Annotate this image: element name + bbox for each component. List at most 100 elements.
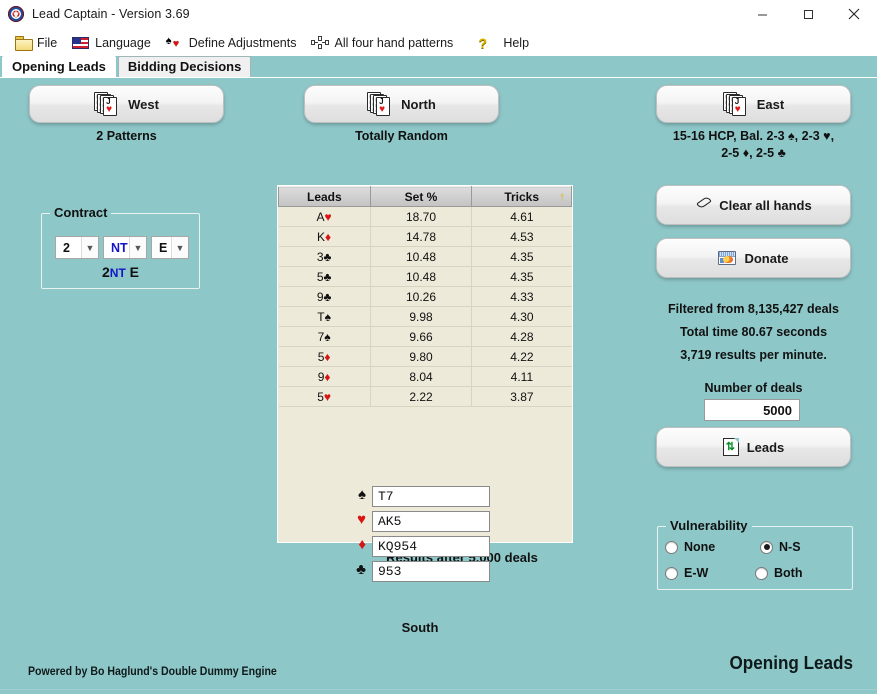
results-table-body: A♥ 18.70 4.61 K♦ 14.78 4.53 3♣ 10.48 4.35 5♣ 10.48… [278,206,572,407]
tab-opening-leads[interactable]: Opening Leads [2,56,116,78]
table-row[interactable]: 7♠ 9.66 4.28 [278,326,572,347]
south-hand-input[interactable]: 953 [372,561,490,582]
contract-denomination-select[interactable]: NT ▼ [103,236,147,259]
chevron-down-icon: ▼ [171,237,188,258]
table-row[interactable]: A♥ 18.70 4.61 [278,206,572,227]
radio-dot-icon [665,540,678,554]
number-of-deals-input[interactable]: 5000 [704,399,800,421]
us-flag-icon [72,35,90,50]
stat-total-time: Total time 80.67 seconds [679,325,828,339]
table-row[interactable]: 5♦ 9.80 4.22 [278,346,572,367]
east-button-label: East [756,96,785,112]
contract-summary-declarer: E [129,264,140,280]
cell-tricks: 4.28 [471,326,572,347]
column-header-leads[interactable]: Leads [278,186,371,207]
south-suit-symbol: ♣ [356,561,366,578]
donate-button[interactable]: Donate [656,238,851,278]
vulnerability-radio-none[interactable]: None [665,540,715,554]
tab-bidding-decisions[interactable]: Bidding Decisions [117,56,252,78]
south-hand-input[interactable]: KQ954 [372,536,490,557]
cell-tricks: 4.11 [471,366,572,387]
table-row[interactable]: 5♣ 10.48 4.35 [278,266,572,287]
clear-all-hands-button[interactable]: Clear all hands [656,185,851,225]
cell-set-pct: 9.98 [370,306,473,327]
contract-summary: 2NT E [41,264,200,280]
vulnerability-radio-both[interactable]: Both [755,566,802,580]
status-bar [0,689,877,694]
table-row[interactable]: 9♣ 10.26 4.33 [278,286,572,307]
south-label: South [401,620,439,635]
tab-strip: Opening Leads Bidding Decisions [0,56,877,78]
donate-label: Donate [744,250,789,266]
east-hand-button[interactable]: East [656,85,851,123]
radio-dot-icon [755,566,768,580]
leads-label: Leads [746,439,785,455]
vulnerability-radio-e-w[interactable]: E-W [665,566,708,580]
cell-set-pct: 18.70 [370,206,473,227]
cell-tricks: 4.22 [471,346,572,367]
menu-item-define-adjustments[interactable]: ♠ ♥ Define Adjustments [162,33,308,52]
cell-lead: 3♣ [278,246,371,267]
menu-item-file[interactable]: File [10,33,68,52]
clear-all-hands-label: Clear all hands [719,197,812,213]
table-row[interactable]: T♠ 9.98 4.30 [278,306,572,327]
south-hand-input[interactable]: AK5 [372,511,490,532]
contract-declarer-value: E [159,240,168,255]
cell-tricks: 4.61 [471,206,572,227]
column-header-set-pct[interactable]: Set % [369,186,473,207]
contract-declarer-select[interactable]: E ▼ [151,236,189,259]
cell-set-pct: 9.80 [370,346,473,367]
cell-set-pct: 10.26 [370,286,473,307]
menu-item-all-four-hand-patterns[interactable]: All four hand patterns [307,33,464,52]
table-row[interactable]: 5♥ 2.22 3.87 [278,386,572,407]
maximize-button[interactable] [785,0,831,29]
hierarchy-icon [311,35,330,50]
cell-set-pct: 14.78 [370,226,473,247]
menu-item-help[interactable]: ? Help [464,33,540,52]
minimize-button[interactable] [739,0,785,29]
south-hand-input[interactable]: T7 [372,486,490,507]
menu-label-language: Language [95,35,151,50]
vulnerability-radio-label: Both [774,566,803,580]
vulnerability-group: Vulnerability [657,518,853,590]
east-hand-caption: 15-16 HCP, Bal. 2-3 ♠, 2-3 ♥, 2-5 ♦, 2-5… [636,128,871,162]
chevron-down-icon: ▼ [81,237,98,258]
contract-level-select[interactable]: 2 ▼ [55,236,99,259]
cell-tricks: 4.35 [471,246,572,267]
east-hand-caption-line2: 2-5 ♦, 2-5 ♣ [721,146,786,160]
cell-tricks: 3.87 [471,386,572,407]
table-row[interactable]: 3♣ 10.48 4.35 [278,246,572,267]
north-hand-button[interactable]: North [304,85,499,123]
stat-filtered: Filtered from 8,135,427 deals [668,302,839,316]
table-row[interactable]: 9♦ 8.04 4.11 [278,366,572,387]
west-hand-button[interactable]: West [29,85,224,123]
vulnerability-legend: Vulnerability [666,518,752,533]
cell-lead: 9♦ [278,366,371,387]
vulnerability-radio-n-s[interactable]: N-S [760,540,801,554]
cell-set-pct: 10.48 [370,266,473,287]
column-header-tricks[interactable]: Tricks ↑ [471,186,572,207]
contract-legend: Contract [50,205,112,220]
contract-summary-level: 2 [101,264,110,280]
leads-button[interactable]: ⇅ Leads [656,427,851,467]
cell-tricks: 4.35 [471,266,572,287]
east-hand-caption-line1: 15-16 HCP, Bal. 2-3 ♠, 2-3 ♥, [672,129,835,143]
cell-tricks: 4.33 [471,286,572,307]
south-suit-symbol: ♥ [357,511,366,528]
chevron-down-icon: ▼ [129,237,146,258]
contract-summary-denom: NT [109,266,126,280]
south-suit-symbol: ♦ [358,536,366,553]
sort-ascending-icon: ↑ [559,191,566,203]
cell-lead: 5♦ [278,346,371,367]
menu-label-all-four-hand-patterns: All four hand patterns [334,35,454,50]
close-button[interactable] [831,0,877,29]
contract-denomination-value: NT [111,240,128,255]
cell-lead: T♠ [278,306,371,327]
contract-level-value: 2 [63,240,70,255]
menu-item-language[interactable]: Language [68,33,162,52]
cell-lead: 5♣ [278,266,371,287]
leads-refresh-icon: ⇅ [722,438,739,456]
cell-tricks: 4.30 [471,306,572,327]
table-row[interactable]: K♦ 14.78 4.53 [278,226,572,247]
app-icon [8,6,24,22]
